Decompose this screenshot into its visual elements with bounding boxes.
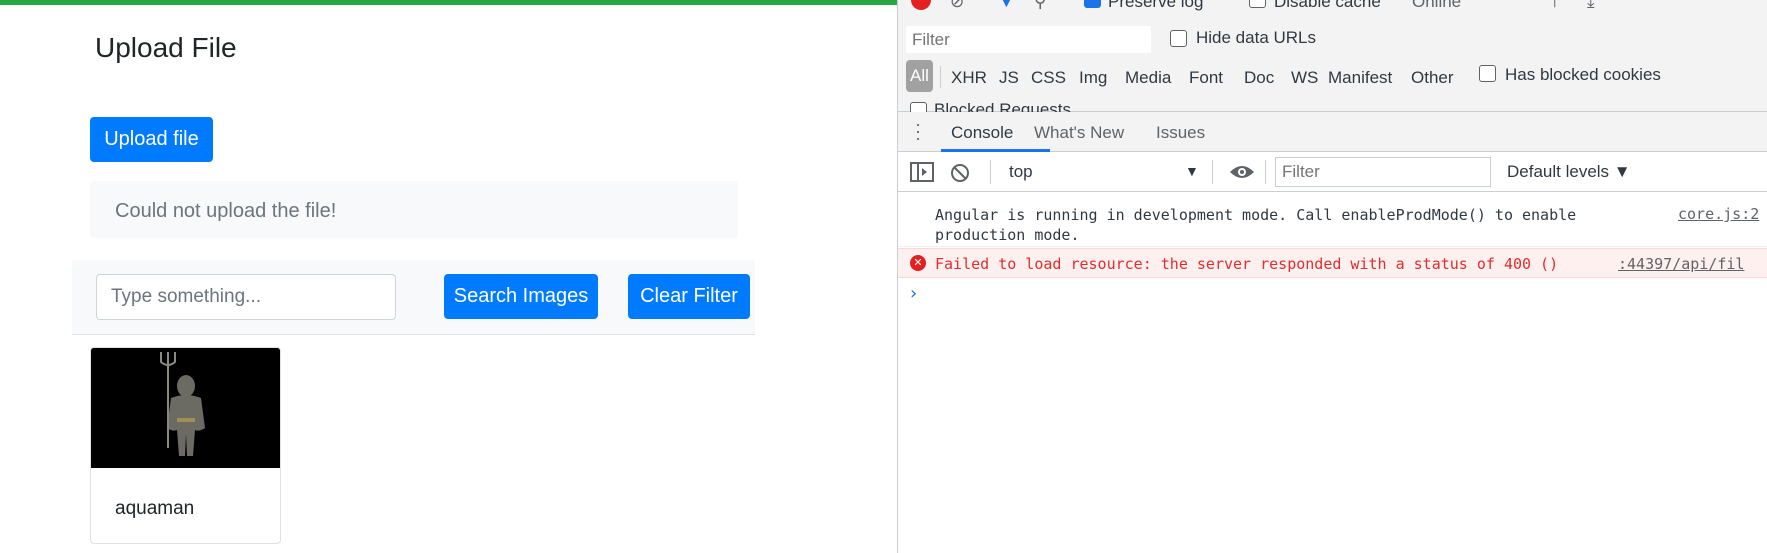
search-icon[interactable]: ⚲ [1034, 0, 1046, 12]
record-icon[interactable] [911, 0, 931, 10]
live-expression-eye-icon[interactable] [1229, 163, 1255, 181]
separator [940, 66, 941, 88]
network-toolbar: ⊘ ▼ ⚲ Preserve log Disable cache Online … [898, 0, 1767, 14]
clear-icon[interactable]: ⊘ [950, 0, 964, 12]
tab-console[interactable]: Console [951, 123, 1013, 143]
tab-issues[interactable]: Issues [1156, 123, 1205, 143]
type-filter-img[interactable]: Img [1079, 68, 1107, 88]
preserve-log-checkbox[interactable] [1084, 0, 1101, 8]
network-filter-input[interactable]: Filter [906, 26, 1151, 53]
type-filter-doc[interactable]: Doc [1244, 68, 1274, 88]
upload-file-button[interactable]: Upload file [90, 117, 213, 162]
search-images-button[interactable]: Search Images [444, 274, 598, 319]
type-filter-other[interactable]: Other [1411, 68, 1454, 88]
error-icon: ✕ [910, 255, 926, 271]
console-toolbar: top ▼ Filter Default levels ▼ [898, 152, 1767, 192]
disable-cache-checkbox[interactable] [1249, 0, 1266, 8]
web-page: Upload File Upload file Could not upload… [0, 0, 897, 553]
chevron-down-icon[interactable]: ▼ [1185, 163, 1199, 179]
console-filter-input[interactable]: Filter [1275, 157, 1491, 187]
progress-bar [0, 0, 897, 5]
hide-data-urls-label: Hide data URLs [1196, 28, 1317, 47]
type-filter-css[interactable]: CSS [1031, 68, 1066, 88]
log-levels-dropdown[interactable]: Default levels ▼ [1507, 162, 1631, 182]
network-filter-bar: Filter Hide data URLs All XHR JS CSS Img… [898, 14, 1767, 119]
image-card[interactable]: aquaman [90, 347, 281, 544]
type-filter-font[interactable]: Font [1189, 68, 1223, 88]
tab-whats-new[interactable]: What's New [1034, 123, 1124, 143]
log-message-text: Angular is running in development mode. … [935, 206, 1577, 244]
more-options-icon[interactable]: · · · [914, 115, 922, 147]
page-title: Upload File [95, 32, 237, 63]
type-filter-xhr[interactable]: XHR [951, 68, 987, 88]
type-filter-all[interactable]: All [906, 60, 933, 92]
type-filter-ws[interactable]: WS [1291, 68, 1318, 88]
drawer-tab-bar: · · · Console What's New Issues [898, 112, 1767, 152]
separator [1212, 160, 1213, 184]
type-filter-js[interactable]: JS [999, 68, 1019, 88]
import-har-icon[interactable]: ⤒ [1551, 0, 1559, 12]
card-image [91, 348, 280, 468]
upload-error-alert: Could not upload the file! [90, 181, 738, 238]
type-filter-media[interactable]: Media [1125, 68, 1171, 88]
type-filter-manifest[interactable]: Manifest [1328, 68, 1392, 88]
log-source-link[interactable]: core.js:2 [1678, 205, 1759, 223]
separator [1265, 160, 1266, 184]
card-title: aquaman [115, 498, 195, 519]
filter-icon[interactable]: ▼ [998, 0, 1015, 12]
has-blocked-cookies-label: Has blocked cookies [1505, 65, 1661, 84]
console-message-info: Angular is running in development mode. … [898, 199, 1767, 247]
clear-console-icon[interactable] [949, 162, 971, 184]
sidebar-toggle-icon[interactable] [910, 161, 934, 183]
search-input[interactable] [96, 274, 396, 320]
context-select[interactable]: top [1009, 162, 1033, 182]
has-blocked-cookies-checkbox[interactable] [1479, 65, 1496, 82]
console-message-error: ✕ Failed to load resource: the server re… [898, 248, 1767, 278]
preserve-log-label: Preserve log [1108, 0, 1204, 11]
disable-cache-label: Disable cache [1274, 0, 1381, 11]
export-har-icon[interactable]: ⤓ [1587, 0, 1595, 12]
throttle-select[interactable]: Online [1412, 0, 1461, 12]
console-prompt-icon[interactable]: › [910, 283, 917, 304]
log-message-text: Failed to load resource: the server resp… [935, 255, 1559, 273]
clear-filter-button[interactable]: Clear Filter [628, 274, 750, 319]
console-output: Angular is running in development mode. … [898, 193, 1767, 553]
devtools-panel: ⊘ ▼ ⚲ Preserve log Disable cache Online … [897, 0, 1767, 553]
hide-data-urls-checkbox[interactable] [1170, 30, 1187, 47]
separator [990, 160, 991, 184]
log-source-link[interactable]: :44397/api/fil [1618, 255, 1744, 273]
